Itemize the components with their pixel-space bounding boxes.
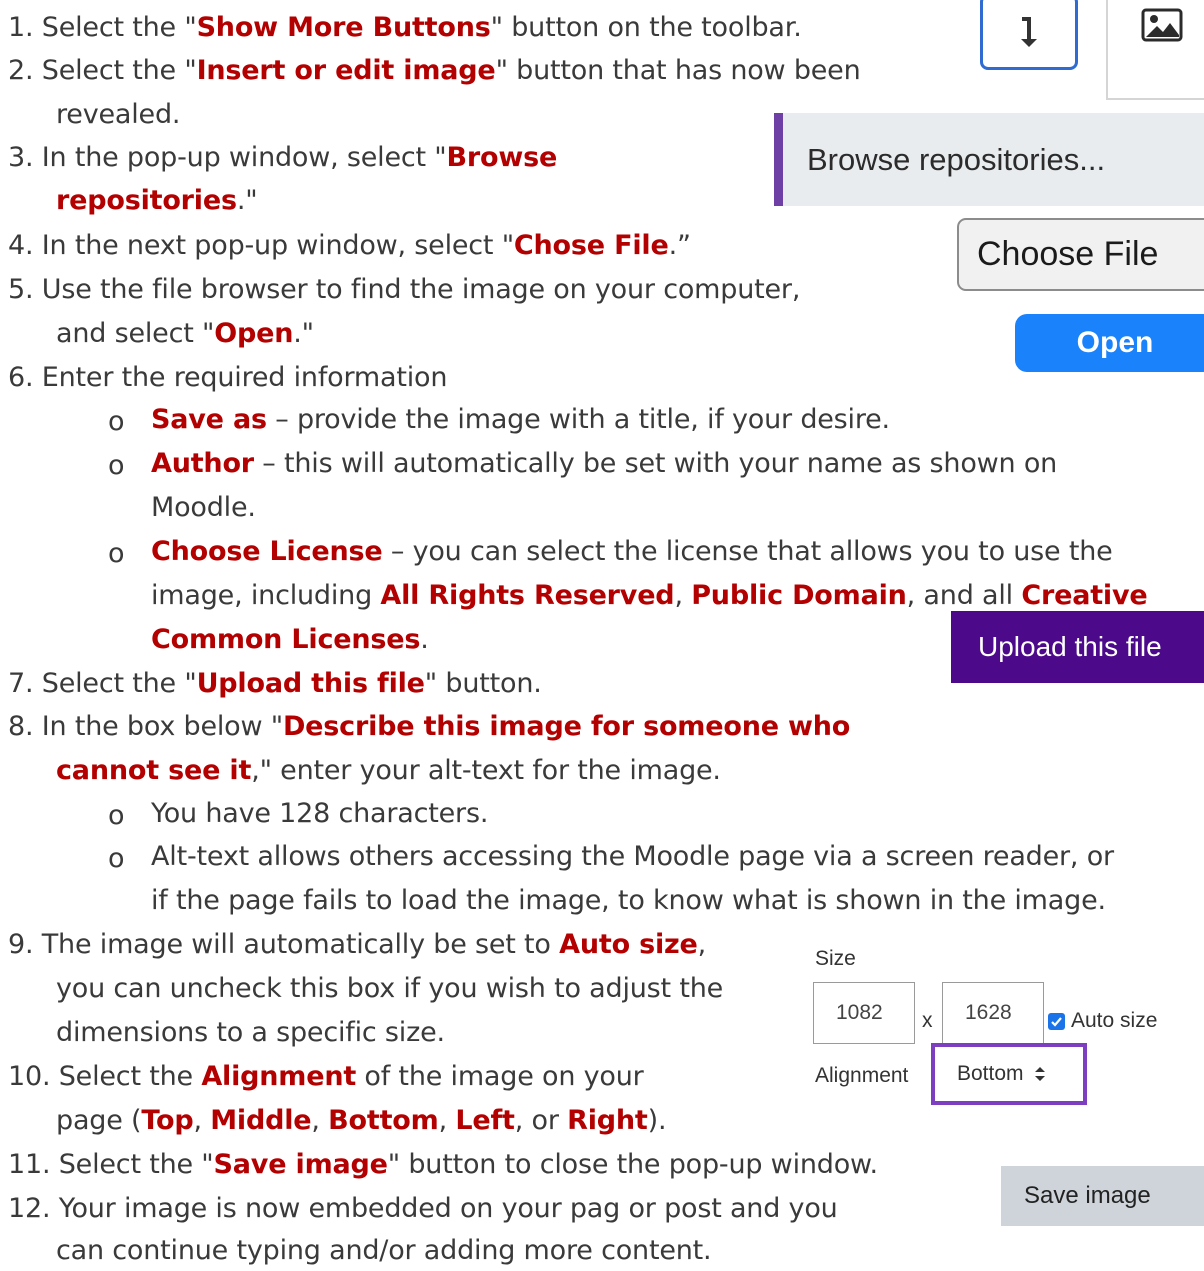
open-label: Open	[1076, 326, 1154, 359]
insert-image-button[interactable]	[1106, 0, 1204, 100]
step-11: 11. Select the "Save image" button to cl…	[8, 1149, 878, 1180]
choose-file-button[interactable]: Choose File	[957, 218, 1204, 291]
step-12-cont: can continue typing and/or adding more c…	[56, 1235, 712, 1266]
auto-size-checkbox[interactable]: Auto size	[1048, 1009, 1157, 1033]
step-8-cont: cannot see it," enter your alt-text for …	[56, 755, 721, 786]
step-8: 8. In the box below "Describe this image…	[8, 711, 851, 742]
dimension-separator: x	[922, 1009, 933, 1032]
bullet-author: Author – this will automatically be set …	[151, 448, 1058, 479]
save-image-label: Save image	[1024, 1182, 1151, 1209]
bullet-author-cont: Moodle.	[151, 492, 256, 523]
step-4: 4. In the next pop-up window, select "Ch…	[8, 230, 691, 261]
step-3: 3. In the pop-up window, select "Browse	[8, 142, 558, 173]
step-3-cont: repositories."	[56, 185, 258, 216]
bullet-alttext-cont: if the page fails to load the image, to …	[151, 885, 1106, 916]
upload-label: Upload this file	[978, 631, 1162, 662]
arrow-down-icon	[1021, 17, 1037, 47]
width-input[interactable]: 1082	[813, 982, 915, 1044]
step-12: 12. Your image is now embedded on your p…	[8, 1193, 838, 1224]
step-9-cont: you can uncheck this box if you wish to …	[56, 973, 724, 1004]
checkmark-icon	[1048, 1012, 1065, 1030]
step-10: 10. Select the Alignment of the image on…	[8, 1061, 644, 1092]
alignment-value: Bottom	[957, 1062, 1024, 1085]
step-2-cont: revealed.	[56, 99, 181, 130]
step-6: 6. Enter the required information	[8, 362, 448, 393]
step-9-cont2: dimensions to a specific size.	[56, 1017, 445, 1048]
show-more-buttons-button[interactable]	[980, 0, 1078, 70]
bullet-marker: o	[108, 800, 125, 831]
bullet-marker: o	[108, 538, 125, 569]
save-image-button[interactable]: Save image	[1001, 1166, 1204, 1226]
bullet-marker: o	[108, 406, 125, 437]
step-7: 7. Select the "Upload this file" button.	[8, 668, 542, 699]
step-9: 9. The image will automatically be set t…	[8, 929, 707, 960]
size-label: Size	[815, 947, 856, 970]
alignment-label: Alignment	[815, 1064, 909, 1087]
bullet-characters: You have 128 characters.	[151, 798, 489, 829]
bullet-license-cont: image, including All Rights Reserved, Pu…	[151, 580, 1148, 611]
upload-this-file-button[interactable]: Upload this file	[951, 611, 1204, 683]
alignment-select[interactable]: Bottom	[931, 1043, 1087, 1105]
bullet-license-cont2: Common Licenses.	[151, 624, 429, 655]
auto-size-label: Auto size	[1071, 1009, 1158, 1032]
instructions-document: 1. Select the "Show More Buttons" button…	[0, 0, 1204, 1266]
height-input[interactable]: 1628	[942, 982, 1044, 1044]
step-2: 2. Select the "Insert or edit image" but…	[8, 55, 861, 86]
choose-file-label: Choose File	[977, 235, 1159, 273]
bullet-marker: o	[108, 843, 125, 874]
step-5-cont: and select "Open."	[56, 318, 314, 349]
step-1: 1. Select the "Show More Buttons" button…	[8, 12, 802, 43]
bullet-license: Choose License – you can select the lice…	[151, 536, 1113, 567]
width-value: 1082	[836, 1001, 883, 1024]
open-button[interactable]: Open	[1015, 314, 1204, 372]
browse-repositories-button[interactable]: Browse repositories...	[774, 113, 1204, 206]
step-10-cont: page (Top, Middle, Bottom, Left, or Righ…	[56, 1105, 667, 1136]
updown-caret-icon	[1034, 1067, 1045, 1081]
browse-repositories-label: Browse repositories...	[807, 141, 1106, 177]
bullet-marker: o	[108, 450, 125, 481]
image-icon	[1141, 8, 1183, 42]
height-value: 1628	[965, 1001, 1012, 1024]
bullet-alttext: Alt-text allows others accessing the Moo…	[151, 841, 1114, 872]
bullet-save-as: Save as – provide the image with a title…	[151, 404, 890, 435]
step-5: 5. Use the file browser to find the imag…	[8, 274, 801, 305]
